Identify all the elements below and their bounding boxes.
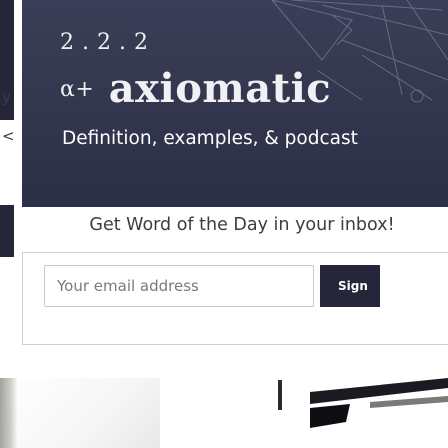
left-glyph-text: y — [2, 88, 11, 106]
logo-word: axiomatic — [108, 65, 332, 112]
article-thumbnail-2[interactable] — [310, 378, 448, 448]
logo-math-superscript: 2 . 2 . 2 — [60, 30, 149, 55]
signup-button[interactable]: Sign — [320, 265, 380, 307]
word-of-day-hero-banner[interactable]: 2 . 2 . 2 α+ axiomatic Definition, examp… — [22, 0, 448, 207]
email-field[interactable] — [44, 265, 314, 307]
thumbnail-image-edge — [0, 378, 18, 448]
article-thumbnail[interactable] — [0, 378, 160, 448]
carousel-prev-icon[interactable]: < — [2, 127, 15, 145]
thumbnail-divider — [278, 380, 282, 410]
word-logo: 2 . 2 . 2 α+ axiomatic — [60, 18, 331, 112]
left-dark-bar-lower — [0, 205, 14, 257]
hero-caption: Definition, examples, & podcast — [62, 128, 358, 149]
logo-prefix: α+ — [60, 77, 95, 102]
newsletter-title: Get Word of the Day in your inbox! — [89, 215, 395, 235]
thumbnail-image — [310, 378, 448, 448]
